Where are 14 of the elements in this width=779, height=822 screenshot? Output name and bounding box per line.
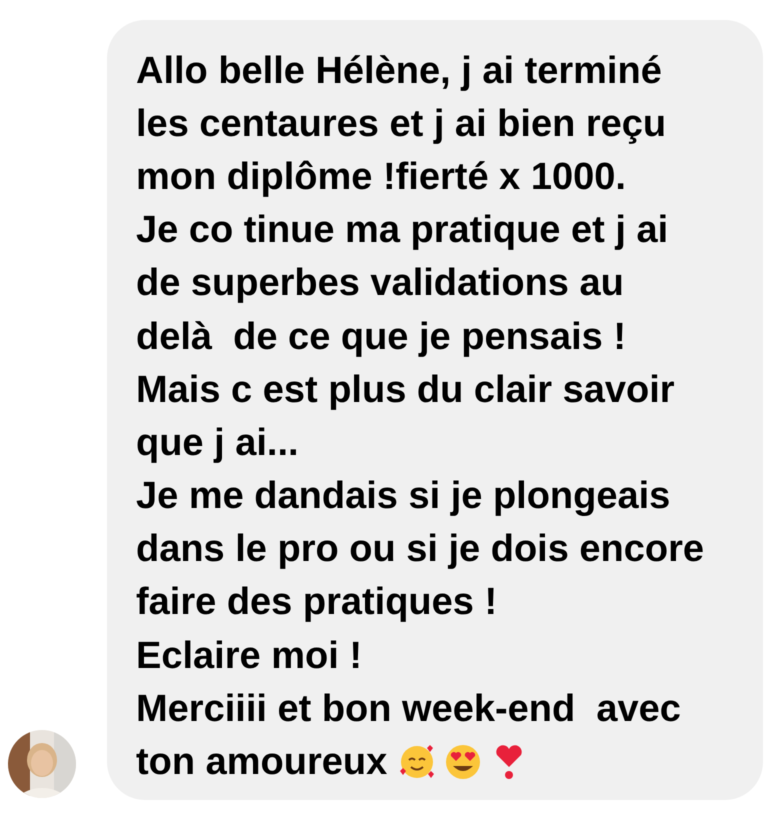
message-line: Eclaire moi ! xyxy=(136,636,362,675)
message-line: ton amoureux xyxy=(136,743,388,782)
message-line: Mais c est plus du clair savoir xyxy=(136,370,675,409)
message-line: que j ai... xyxy=(136,424,299,462)
message-line: Merciiii et bon week-end avec xyxy=(136,690,681,728)
message-line: faire des pratiques ! xyxy=(136,583,498,622)
message-line: Je co tinue ma pratique et j ai xyxy=(136,211,668,250)
message-line: mon diplôme !fierté x 1000. xyxy=(136,158,626,196)
message-line: Allo belle Hélène, j ai terminé xyxy=(136,52,662,90)
message-line: les centaures et j ai bien reçu xyxy=(136,104,666,143)
message-line: delà de ce que je pensais ! xyxy=(136,318,626,356)
message-line: Je me dandais si je plongeais xyxy=(136,477,670,516)
message-line: dans le pro ou si je dois encore xyxy=(136,530,704,568)
message-line: de superbes validations au xyxy=(136,264,624,302)
